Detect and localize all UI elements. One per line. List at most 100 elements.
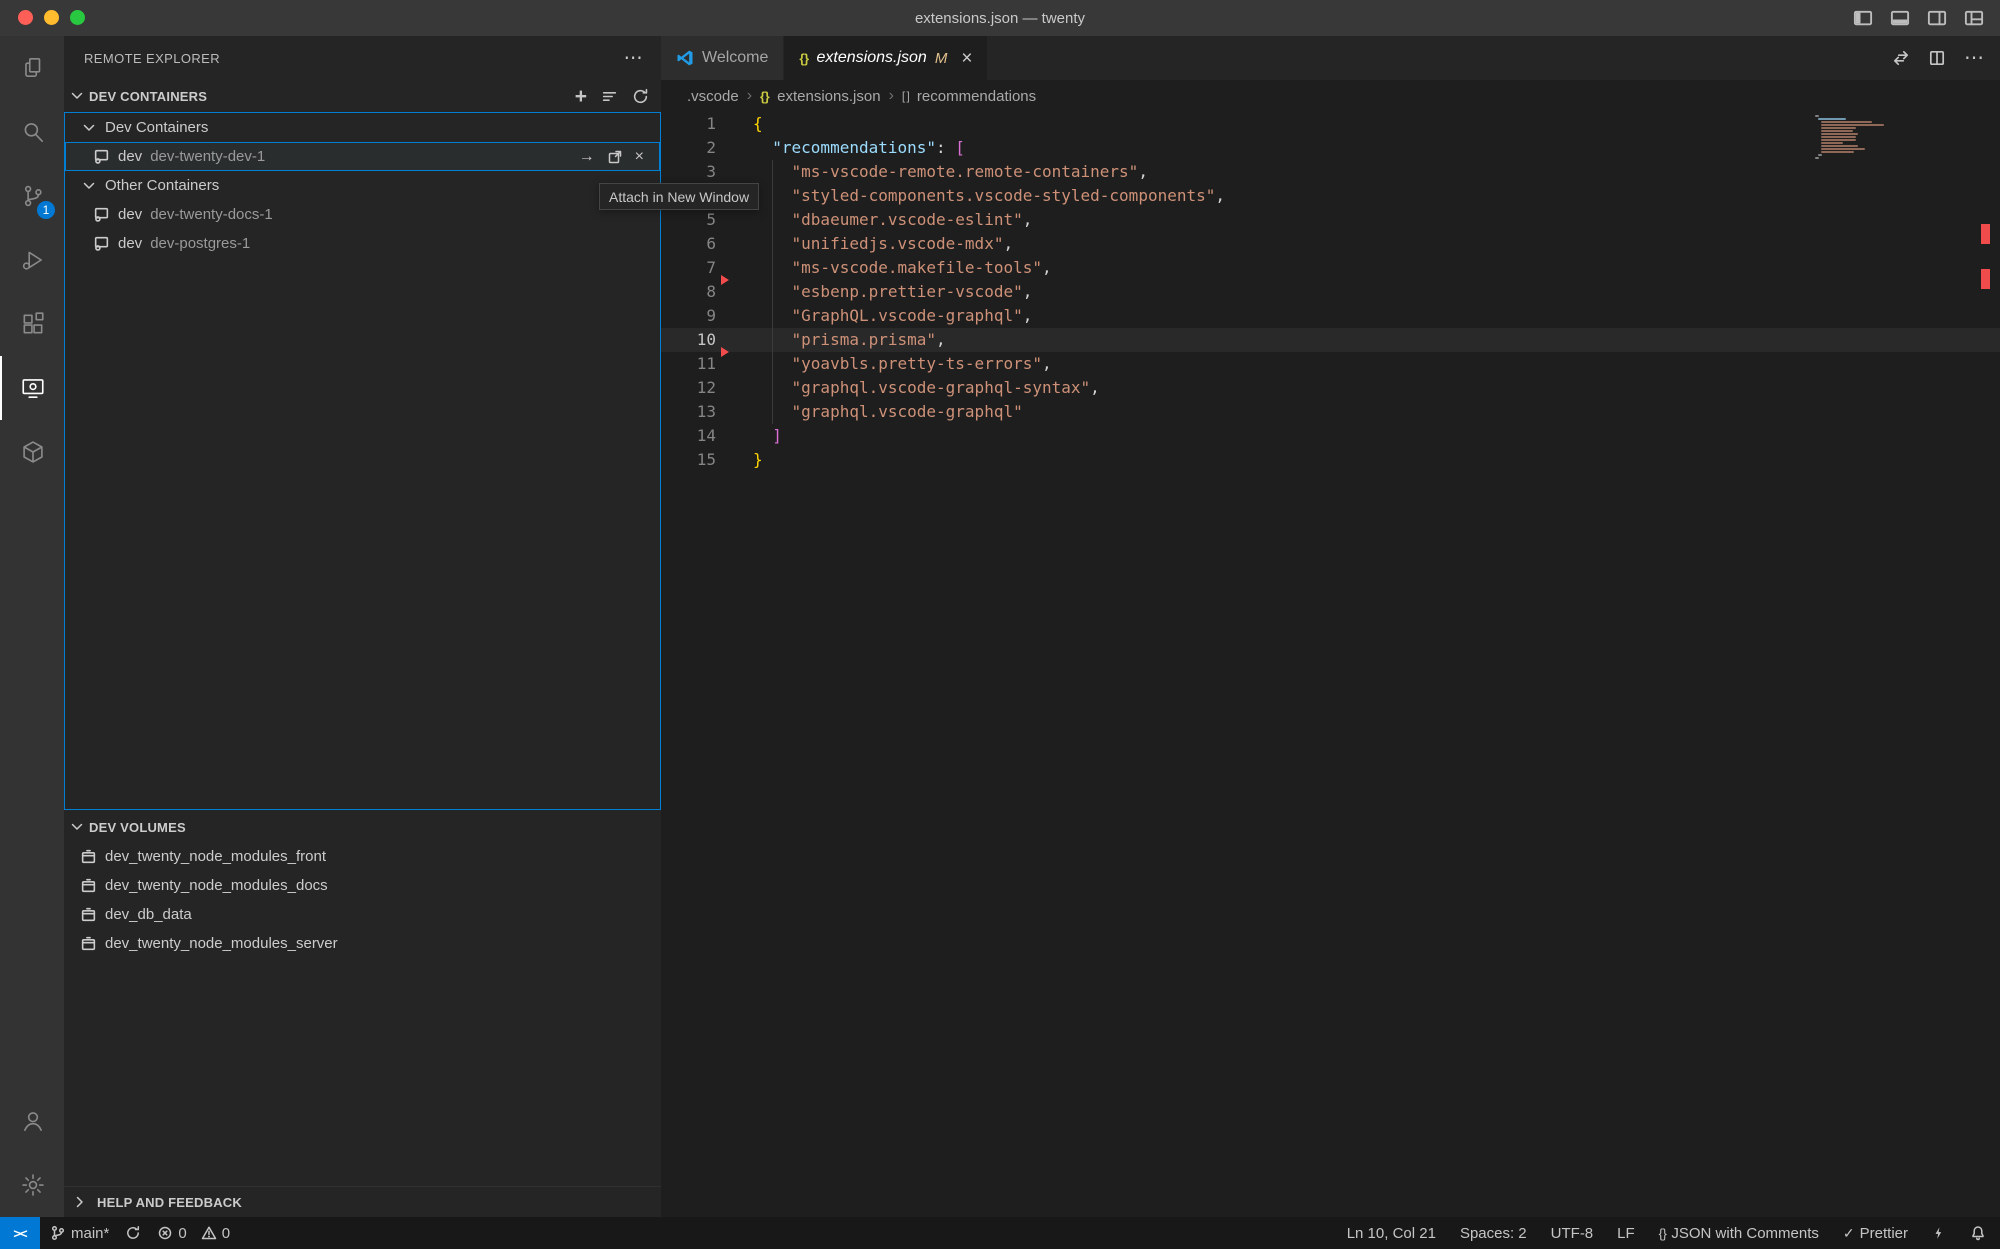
code-editor[interactable]: 1{2 "recommendations": [3 "ms-vscode-rem… xyxy=(661,112,2000,1217)
add-button[interactable]: + xyxy=(575,86,587,107)
git-branch-item[interactable]: main* xyxy=(50,1225,109,1242)
close-window-button[interactable] xyxy=(18,10,33,25)
container-icon xyxy=(93,235,110,252)
code-line[interactable]: 12 "graphql.vscode-graphql-syntax", xyxy=(661,376,2000,400)
breadcrumb-file[interactable]: extensions.json xyxy=(777,88,880,105)
remote-explorer-tab[interactable] xyxy=(0,356,64,420)
close-tab-icon[interactable]: × xyxy=(961,49,972,68)
code-line[interactable]: 3 "ms-vscode-remote.remote-containers", xyxy=(661,160,2000,184)
customize-layout-icon[interactable] xyxy=(1964,8,1984,28)
line-number: 14 xyxy=(661,424,716,448)
git-deleted-marker[interactable] xyxy=(721,275,729,285)
scm-badge: 1 xyxy=(37,201,55,219)
code-line[interactable]: 13 "graphql.vscode-graphql" xyxy=(661,400,2000,424)
volume-icon xyxy=(80,877,97,894)
volume-item[interactable]: dev_twenty_node_modules_docs xyxy=(64,871,661,900)
split-editor-icon[interactable] xyxy=(1928,49,1946,67)
container-item[interactable]: devdev-twenty-dev-1→× xyxy=(65,142,660,171)
dev-volumes-section-header[interactable]: DEV VOLUMES xyxy=(64,812,661,842)
dev-containers-section-header[interactable]: DEV CONTAINERS + xyxy=(64,80,661,112)
settings-button[interactable] xyxy=(0,1153,64,1217)
overview-ruler-mark[interactable] xyxy=(1981,224,1990,244)
tree-group[interactable]: Other Containers xyxy=(65,171,660,200)
volume-item[interactable]: dev_twenty_node_modules_front xyxy=(64,842,661,871)
code-line[interactable]: 5 "dbaeumer.vscode-eslint", xyxy=(661,208,2000,232)
code-line[interactable]: 11 "yoavbls.pretty-ts-errors", xyxy=(661,352,2000,376)
code-line[interactable]: 6 "unifiedjs.vscode-mdx", xyxy=(661,232,2000,256)
chevron-right-icon xyxy=(72,1194,88,1210)
tree-group[interactable]: Dev Containers xyxy=(65,113,660,142)
code-line[interactable]: 2 "recommendations": [ xyxy=(661,136,2000,160)
formatter-status[interactable]: ✓ Prettier xyxy=(1843,1225,1908,1242)
editor-group: Welcome {} extensions.json M × ⋯ .vscode… xyxy=(661,36,2000,1217)
minimap-line xyxy=(1821,124,1884,126)
section-label: HELP AND FEEDBACK xyxy=(97,1195,242,1210)
minimap-line xyxy=(1821,142,1843,144)
code-line[interactable]: 8 "esbenp.prettier-vscode", xyxy=(661,280,2000,304)
git-deleted-marker[interactable] xyxy=(721,347,729,357)
eol-sequence[interactable]: LF xyxy=(1617,1225,1635,1242)
close-icon[interactable]: × xyxy=(635,149,644,165)
status-lightning-icon[interactable] xyxy=(1932,1226,1946,1240)
search-tab[interactable] xyxy=(0,100,64,164)
container-item[interactable]: devdev-postgres-1 xyxy=(65,229,660,258)
accounts-button[interactable] xyxy=(0,1089,64,1153)
problems-item[interactable]: 0 0 xyxy=(157,1225,230,1242)
code-line[interactable]: 1{ xyxy=(661,112,2000,136)
breadcrumb-symbol[interactable]: recommendations xyxy=(917,88,1036,105)
minimize-window-button[interactable] xyxy=(44,10,59,25)
container-description: dev-twenty-docs-1 xyxy=(150,206,273,223)
warning-icon xyxy=(201,1225,217,1241)
language-mode[interactable]: {} JSON with Comments xyxy=(1659,1225,1819,1242)
branch-icon xyxy=(50,1225,66,1241)
code-line[interactable]: 14 ] xyxy=(661,424,2000,448)
indentation[interactable]: Spaces: 2 xyxy=(1460,1225,1527,1242)
code-line[interactable]: 7 "ms-vscode.makefile-tools", xyxy=(661,256,2000,280)
tab-welcome[interactable]: Welcome xyxy=(661,36,784,80)
encoding[interactable]: UTF-8 xyxy=(1551,1225,1594,1242)
volume-item[interactable]: dev_db_data xyxy=(64,900,661,929)
volume-item[interactable]: dev_twenty_node_modules_server xyxy=(64,929,661,958)
help-feedback-section-header[interactable]: HELP AND FEEDBACK xyxy=(64,1186,661,1217)
code-line[interactable]: 9 "GraphQL.vscode-graphql", xyxy=(661,304,2000,328)
sidebar-title: REMOTE EXPLORER xyxy=(84,51,220,66)
toggle-panel-icon[interactable] xyxy=(1890,8,1910,28)
git-modified-badge: M xyxy=(935,50,948,67)
sync-button[interactable] xyxy=(125,1225,141,1241)
minimap-line xyxy=(1821,127,1856,129)
breadcrumb-separator: › xyxy=(747,87,752,105)
section-label: DEV CONTAINERS xyxy=(89,89,207,104)
source-control-tab[interactable]: 1 xyxy=(0,164,64,228)
notifications-bell-icon[interactable] xyxy=(1970,1225,1986,1241)
volume-icon xyxy=(80,906,97,923)
run-debug-tab[interactable] xyxy=(0,228,64,292)
breadcrumb-folder[interactable]: .vscode xyxy=(687,88,739,105)
container-description: dev-postgres-1 xyxy=(150,235,250,252)
attach-container-icon[interactable]: → xyxy=(579,149,595,165)
files-icon xyxy=(20,55,46,81)
explorer-tab[interactable] xyxy=(0,36,64,100)
zoom-window-button[interactable] xyxy=(70,10,85,25)
attach-new-window-icon[interactable] xyxy=(607,149,623,165)
tab-bar: Welcome {} extensions.json M × ⋯ xyxy=(661,36,2000,80)
cursor-position[interactable]: Ln 10, Col 21 xyxy=(1347,1225,1436,1242)
overview-ruler-mark[interactable] xyxy=(1981,269,1990,289)
toggle-primary-sidebar-icon[interactable] xyxy=(1853,8,1873,28)
container-name: dev xyxy=(118,206,142,223)
code-line[interactable]: 15} xyxy=(661,448,2000,472)
tab-extensions-json[interactable]: {} extensions.json M × xyxy=(784,36,988,80)
minimap-line xyxy=(1821,151,1855,153)
extensions-tab[interactable] xyxy=(0,292,64,356)
refresh-icon[interactable] xyxy=(632,88,649,105)
open-changes-icon[interactable] xyxy=(1892,49,1910,67)
containers-tab[interactable] xyxy=(0,420,64,484)
container-item[interactable]: dev dev-twenty-docs-1 xyxy=(65,200,660,229)
toggle-secondary-sidebar-icon[interactable] xyxy=(1927,8,1947,28)
more-actions-icon[interactable]: ⋯ xyxy=(624,49,643,68)
minimap[interactable] xyxy=(1815,115,1895,160)
filter-icon[interactable] xyxy=(601,88,618,105)
more-actions-icon[interactable]: ⋯ xyxy=(1964,48,1984,68)
code-line[interactable]: 4 "styled-components.vscode-styled-compo… xyxy=(661,184,2000,208)
remote-indicator[interactable]: >< xyxy=(0,1217,40,1249)
code-line[interactable]: 10 "prisma.prisma", xyxy=(661,328,2000,352)
